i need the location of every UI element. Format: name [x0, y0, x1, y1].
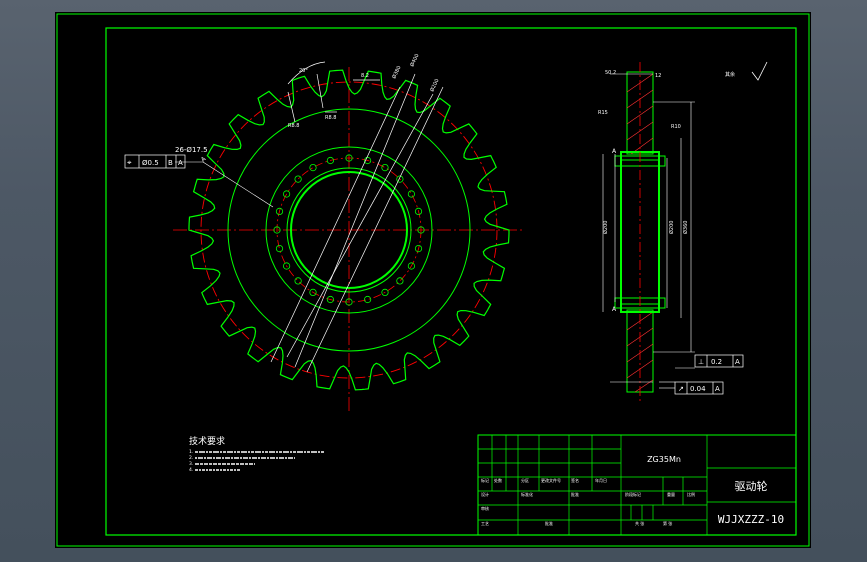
position-symbol: ⌖	[127, 158, 132, 167]
svg-text:处数: 处数	[494, 477, 502, 483]
angle-label: 20°	[299, 68, 308, 74]
svg-text:分区: 分区	[521, 477, 529, 483]
diameter-dimension-labels: Ø380 Ø400 Ø200	[390, 53, 440, 93]
svg-text:批准: 批准	[571, 491, 579, 497]
svg-text:工艺: 工艺	[481, 521, 489, 526]
part-name-text: 驱动轮	[735, 479, 768, 493]
svg-text:更改文件号: 更改文件号	[541, 477, 561, 483]
diameter-dimension-lines	[270, 73, 444, 373]
offset-label: 8.2	[361, 73, 369, 79]
bore-dim-left: Ø200	[602, 221, 609, 234]
section-dimensions	[602, 73, 695, 383]
svg-text:设计: 设计	[481, 491, 489, 497]
hole-spec-text: 26-Ø17.5	[175, 146, 208, 154]
svg-text:阶段标记: 阶段标记	[625, 491, 641, 497]
drawing-canvas[interactable]: Ø380 Ø400 Ø200 20° 8.2 R8.8 R8.8 26-Ø17.…	[55, 12, 811, 548]
svg-text:Ø400: Ø400	[408, 53, 420, 68]
bolt-hole	[294, 175, 302, 183]
title-block: 标记 处数 分区 更改文件号 签名 年月日 设计 标准化 批准 审核 工艺 批准 阶段标记 重量…	[477, 434, 797, 536]
perpendicularity-frame: ⊥ 0.2 A	[675, 354, 744, 369]
datum-a-ref: A	[178, 159, 183, 167]
width-dim: 50.2	[605, 70, 616, 76]
datum-a-marker-top: A	[612, 148, 617, 155]
perp-datum: A	[735, 358, 740, 366]
svg-text:Ø200: Ø200	[428, 78, 440, 93]
svg-text:年月日: 年月日	[595, 477, 607, 483]
radius-label-right: R8.8	[325, 115, 336, 121]
runout-datum: A	[715, 385, 720, 393]
tech-req-item-4: 4.	[189, 467, 193, 473]
hole-callout: 26-Ø17.5 ⌖ Ø0.5 B A	[124, 146, 274, 208]
bolt-hole	[381, 164, 389, 172]
bolt-hole	[396, 277, 404, 285]
svg-text:标准化: 标准化	[521, 491, 533, 497]
bolt-hole	[326, 156, 334, 165]
bolt-hole	[294, 277, 302, 285]
tech-req-item-1: 1.	[189, 449, 193, 455]
radius-label-left: R8.8	[288, 123, 299, 129]
tech-req-item-3: 3.	[189, 461, 193, 467]
position-tol-value: Ø0.5	[142, 159, 159, 167]
sprocket-section-view[interactable]: Ø200 Ø200 Ø360 50.2 12 R15 R10 其余 ⊥ 0.2 …	[598, 61, 768, 404]
radius-r-left: R15	[598, 110, 608, 116]
svg-text:审核: 审核	[481, 505, 489, 511]
bolt-hole	[309, 164, 317, 172]
svg-text:其余: 其余	[725, 71, 735, 78]
bolt-hole	[363, 295, 372, 304]
roughness-symbol: 其余	[725, 61, 768, 81]
bolt-hole	[275, 245, 284, 253]
datum-b-ref: B	[168, 159, 173, 167]
svg-text:第 张: 第 张	[663, 520, 672, 526]
svg-text:↗: ↗	[678, 385, 684, 393]
drawing-number-text: WJJXZZZ-10	[718, 513, 784, 526]
svg-text:标记: 标记	[481, 477, 489, 483]
runout-frame: ↗ 0.04 A	[659, 381, 724, 395]
perp-tol-value: 0.2	[711, 358, 722, 366]
tech-req-item-2: 2.	[189, 455, 193, 461]
svg-text:Ø380: Ø380	[390, 65, 402, 80]
tech-req-title: 技术要求	[189, 435, 225, 447]
svg-text:批准: 批准	[545, 520, 553, 526]
datum-a-marker: A	[612, 306, 617, 313]
svg-text:重量: 重量	[667, 491, 675, 497]
runout-tol-value: 0.04	[690, 385, 706, 393]
svg-text:签名: 签名	[571, 477, 579, 483]
cad-drawing[interactable]: Ø380 Ø400 Ø200 20° 8.2 R8.8 R8.8 26-Ø17.…	[55, 12, 811, 548]
radius-r-right: R10	[671, 124, 681, 130]
technical-requirements: 技术要求 1. 2. 3. 4.	[189, 435, 325, 473]
sprocket-front-view[interactable]: Ø380 Ø400 Ø200 20° 8.2 R8.8 R8.8 26-Ø17.…	[124, 53, 525, 414]
svg-text:比例: 比例	[687, 491, 695, 497]
bolt-hole	[407, 190, 415, 198]
svg-text:⊥: ⊥	[698, 358, 704, 366]
inner-border	[105, 27, 797, 536]
svg-text:共 张: 共 张	[635, 520, 644, 526]
outer-border	[56, 13, 810, 547]
bore-dim-right: Ø200	[668, 221, 675, 234]
material-text: ZG35Mn	[647, 455, 681, 464]
rim-dim: Ø360	[682, 221, 689, 234]
top-dim: 12	[655, 73, 661, 79]
